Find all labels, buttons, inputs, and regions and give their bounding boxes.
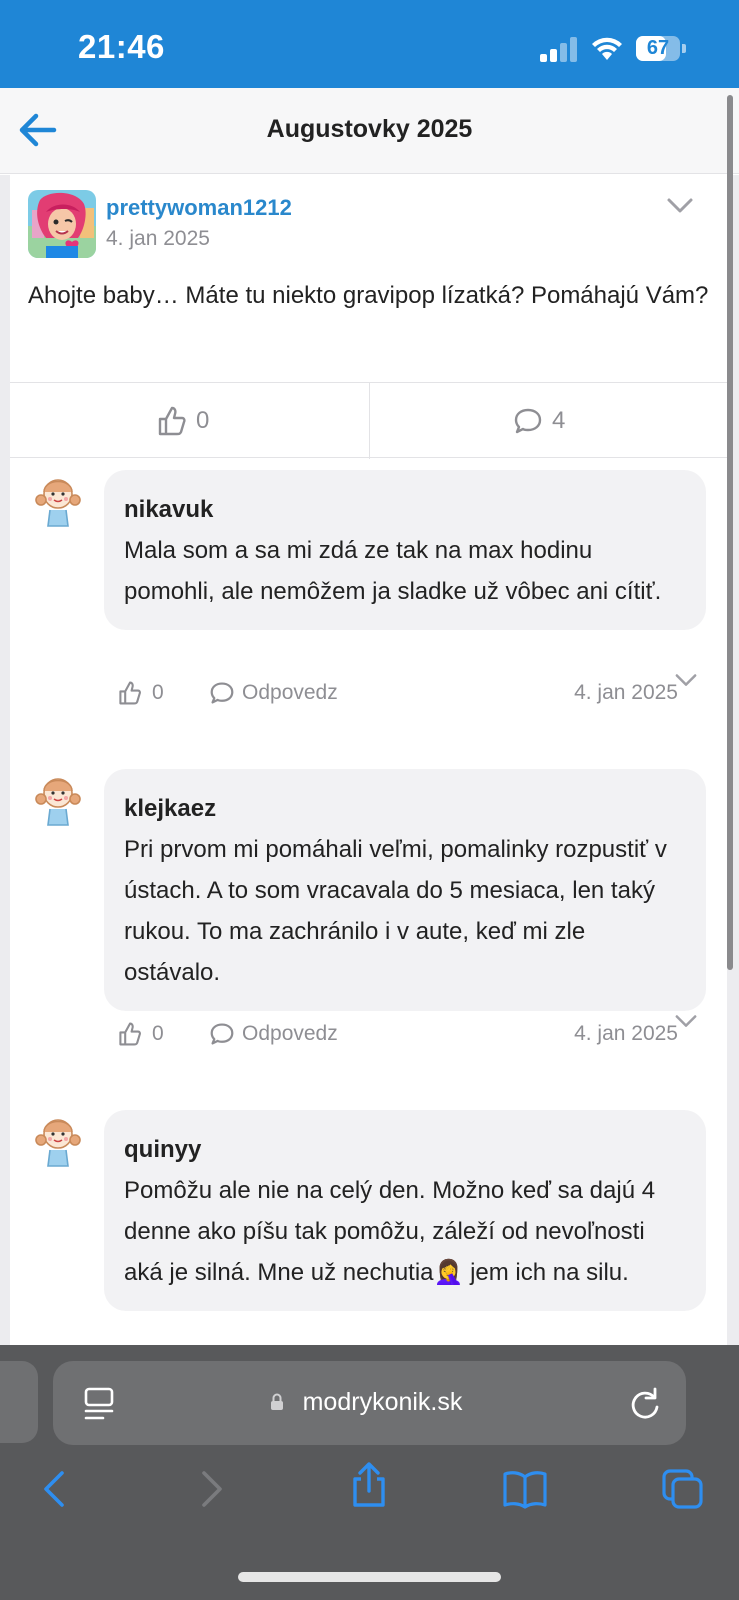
reply-label: Odpovedz [242,681,338,704]
comment-like-count: 0 [152,681,164,704]
page-content[interactable]: prettywoman1212 4. jan 2025 Ahojte baby…… [0,175,739,1345]
commenter-username[interactable]: quinyy [124,1132,686,1168]
comment-date: 4. jan 2025 [574,1022,678,1045]
comment-bubble-icon [514,408,542,434]
comment-like-button[interactable]: 0 [118,681,164,705]
tabs-icon[interactable] [660,1467,706,1511]
author-username[interactable]: prettywoman1212 [106,195,292,221]
thumbs-up-icon [119,1022,141,1046]
url-text[interactable]: modrykonik.sk [53,1388,686,1417]
commenter-avatar[interactable] [28,1110,88,1170]
status-time: 21:46 [78,28,165,65]
comment-like-count: 0 [152,1022,164,1045]
browser-back-icon[interactable] [32,1467,78,1511]
comment-count: 4 [552,407,566,434]
comment-bubble-icon [210,1023,234,1045]
comment-text: Pomôžu ale nie na celý den. Možno keď sa… [124,1177,656,1286]
comment-actions: 0 Odpovedz 4. jan 2025 [118,1022,678,1052]
actions-divider [369,383,370,459]
like-button[interactable]: 0 [158,405,209,437]
url-domain: modrykonik.sk [302,1388,463,1416]
comment-like-button[interactable]: 0 [118,1022,164,1046]
post-date: 4. jan 2025 [106,227,210,250]
browser-forward-icon[interactable] [188,1467,234,1511]
commenter-avatar[interactable] [28,470,88,530]
reply-label: Odpovedz [242,1022,338,1045]
address-bar[interactable]: modrykonik.sk [53,1361,686,1445]
comment-bubble: quinyy Pomôžu ale nie na celý den. Možno… [104,1110,706,1311]
chevron-down-icon[interactable] [666,197,694,215]
comment-text: Mala som a sa mi zdá ze tak na max hodin… [124,537,662,605]
thumbs-up-icon [119,681,141,705]
cellular-signal-icon [540,36,580,62]
bookmarks-icon[interactable] [502,1467,548,1511]
thumbs-up-icon [158,406,186,436]
page-title: Augustovky 2025 [266,115,473,143]
comment-bubble: klejkaez Pri prvom mi pomáhali veľmi, po… [104,769,706,1011]
chevron-down-icon[interactable] [674,1014,698,1029]
scrollbar[interactable] [727,95,733,970]
reload-icon[interactable] [629,1385,661,1421]
post-actions: 0 4 [10,382,727,459]
like-count: 0 [196,407,210,434]
battery-icon: 67 [636,36,686,61]
reply-button[interactable]: Odpovedz [210,681,338,705]
reply-button[interactable]: Odpovedz [210,1022,338,1046]
author-avatar[interactable] [28,190,96,258]
previous-tab-preview[interactable] [0,1361,38,1443]
comment-date: 4. jan 2025 [574,681,678,704]
commenter-avatar[interactable] [28,769,88,829]
home-indicator [238,1572,501,1582]
top-nav-bar: Augustovky 2025 [0,88,739,174]
comment-bubble: nikavuk Mala som a sa mi zdá ze tak na m… [104,470,706,630]
comment-bubble-icon [210,682,234,704]
comment-actions: 0 Odpovedz 4. jan 2025 [118,681,678,711]
comments-button[interactable]: 4 [514,405,565,437]
wifi-icon [592,37,622,60]
comment-text: Pri prvom mi pomáhali veľmi, pomalinky r… [124,836,667,986]
commenter-username[interactable]: klejkaez [124,791,686,827]
battery-level: 67 [646,37,670,59]
status-bar: 21:46 67 [0,0,739,88]
browser-toolbar: modrykonik.sk [0,1345,739,1600]
commenter-username[interactable]: nikavuk [124,492,686,528]
share-icon[interactable] [346,1461,392,1509]
post-card: prettywoman1212 4. jan 2025 Ahojte baby…… [10,175,727,1345]
chevron-down-icon[interactable] [674,673,698,688]
post-text: Ahojte baby… Máte tu niekto gravipop líz… [28,282,709,309]
